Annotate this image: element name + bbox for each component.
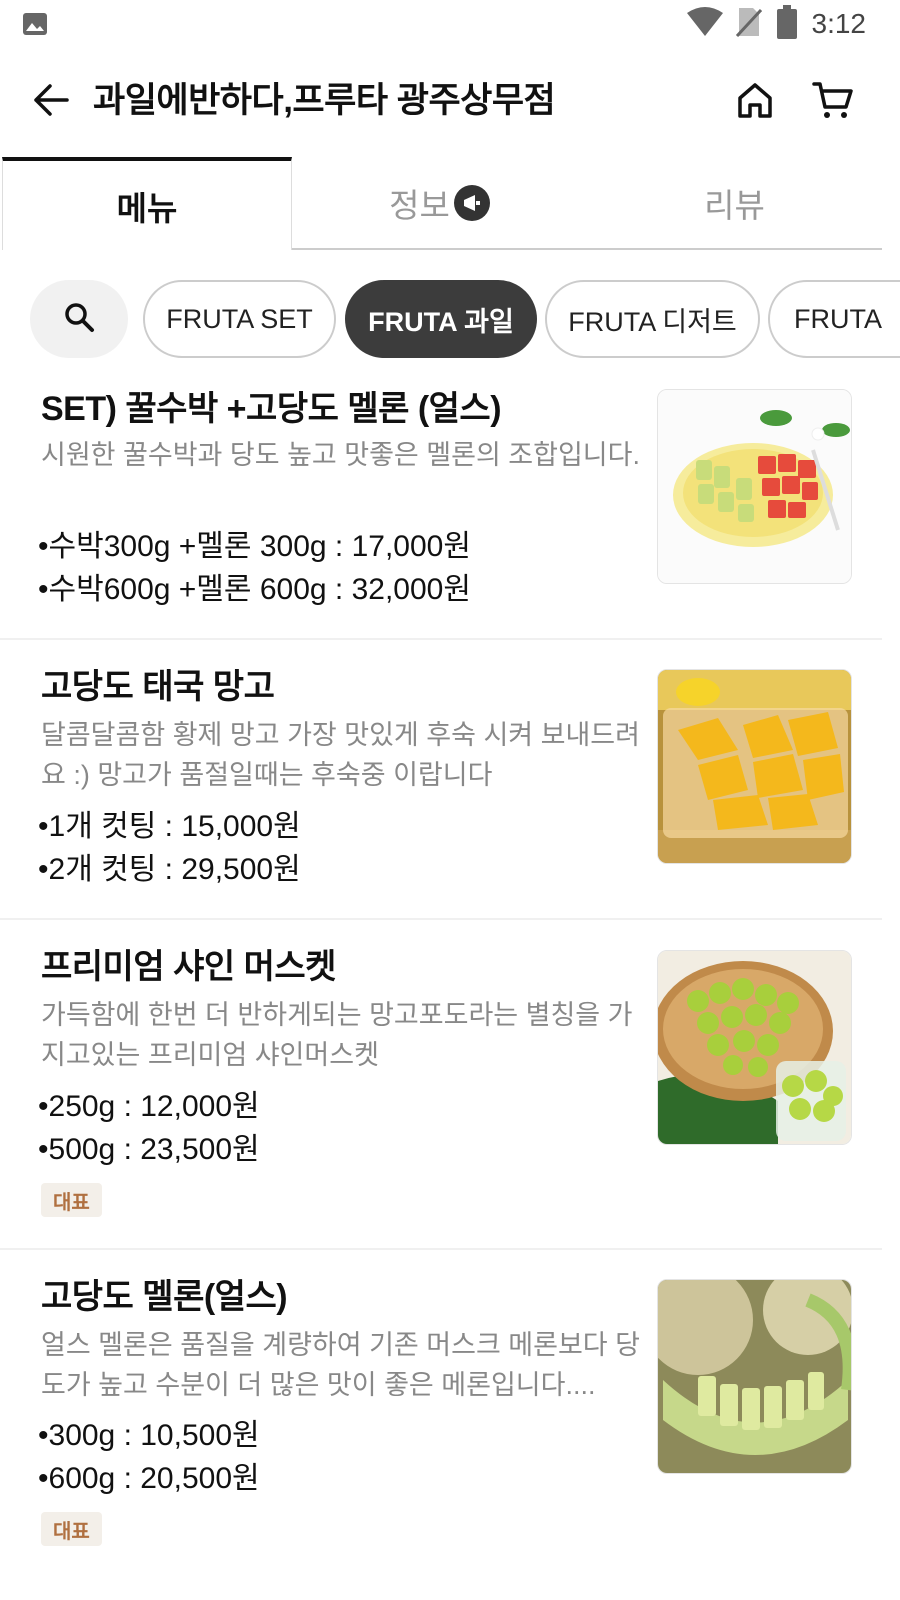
search-icon — [63, 301, 95, 338]
menu-item-description: 얼스 멜론은 품질을 계량하여 기존 머스크 메론보다 당도가 높고 수분이 더… — [41, 1330, 640, 1400]
menu-item-image[interactable] — [657, 1279, 852, 1474]
app-header: 과일에반하다,프루타 광주상무점 — [0, 55, 900, 150]
menu-item-name: SET) 꿀수박 +고당도 멜론 (얼스) — [41, 390, 502, 428]
wifi-icon — [686, 6, 724, 42]
menu-item[interactable]: 고당도 멜론(얼스) 얼스 멜론은 품질을 계량하여 기존 머스크 메론보다 당… — [0, 1250, 882, 1600]
tab-label: 메뉴 — [116, 189, 178, 227]
menu-item-price: •수박600g +멜론 600g : 32,000원 — [38, 573, 471, 606]
menu-item-description: 달콤달콤함 황제 망고 가장 맛있게 후숙 시켜 보내드려요 :) 망고가 품절… — [41, 720, 640, 790]
no-sim-icon — [735, 6, 762, 43]
category-chips: FRUTA SET FRUTA 과일 FRUTA 디저트 FRUTA — [0, 278, 900, 360]
category-chip-set[interactable]: FRUTA SET — [143, 280, 336, 358]
category-chip-fruit[interactable]: FRUTA 과일 — [345, 280, 537, 358]
menu-item-price: •1개 컷팅 : 15,000원 — [38, 810, 301, 843]
menu-item-price: •300g : 10,500원 — [38, 1419, 260, 1452]
store-title: 과일에반하다,프루타 광주상무점 — [93, 81, 556, 120]
menu-item[interactable]: SET) 꿀수박 +고당도 멜론 (얼스) 시원한 꿀수박과 당도 높고 맛좋은… — [0, 365, 882, 640]
store-tabs: 메뉴 정보 리뷰 — [0, 157, 882, 250]
back-arrow-icon — [32, 83, 70, 122]
menu-item[interactable]: 고당도 태국 망고 달콤달콤함 황제 망고 가장 맛있게 후숙 시켜 보내드려요… — [0, 640, 882, 920]
menu-item-description: 시원한 꿀수박과 당도 높고 맛좋은 멜론의 조합입니다. — [41, 440, 640, 470]
gallery-icon — [22, 11, 48, 37]
status-bar: 3:12 — [0, 0, 900, 50]
megaphone-icon — [453, 184, 490, 221]
menu-item-price: •250g : 12,000원 — [38, 1090, 260, 1123]
cart-icon — [812, 80, 854, 125]
tab-review[interactable]: 리뷰 — [587, 157, 882, 250]
menu-item-image[interactable] — [657, 669, 852, 864]
signature-badge: 대표 — [41, 1183, 102, 1217]
menu-item-price: •500g : 23,500원 — [38, 1133, 260, 1166]
tab-label: 정보 — [389, 186, 450, 224]
menu-item-name: 프리미엄 샤인 머스켓 — [41, 948, 336, 986]
menu-item-image[interactable] — [657, 389, 852, 584]
cart-button[interactable] — [808, 77, 858, 127]
menu-item-price: •600g : 20,500원 — [38, 1462, 260, 1495]
back-button[interactable] — [26, 77, 76, 127]
home-icon — [735, 80, 775, 125]
tab-menu[interactable]: 메뉴 — [2, 157, 292, 250]
menu-item-price: •2개 컷팅 : 29,500원 — [38, 853, 301, 886]
menu-item-image[interactable] — [657, 950, 852, 1145]
battery-icon — [776, 4, 798, 44]
menu-item-name: 고당도 태국 망고 — [41, 668, 275, 706]
category-chip-dessert[interactable]: FRUTA 디저트 — [545, 280, 760, 358]
menu-item[interactable]: 프리미엄 샤인 머스켓 가득함에 한번 더 반하게되는 망고포도라는 별칭을 가… — [0, 920, 882, 1250]
category-chip-more[interactable]: FRUTA — [768, 280, 900, 358]
menu-item-price: •수박300g +멜론 300g : 17,000원 — [38, 530, 471, 563]
tab-info[interactable]: 정보 — [292, 157, 587, 250]
signature-badge: 대표 — [41, 1512, 102, 1546]
clock: 3:12 — [811, 8, 867, 39]
tab-label: 리뷰 — [704, 186, 765, 224]
home-button[interactable] — [730, 77, 780, 127]
menu-item-name: 고당도 멜론(얼스) — [41, 1278, 288, 1316]
category-search-button[interactable] — [30, 280, 128, 358]
menu-item-description: 가득함에 한번 더 반하게되는 망고포도라는 별칭을 가지고있는 프리미엄 샤인… — [41, 1000, 633, 1070]
